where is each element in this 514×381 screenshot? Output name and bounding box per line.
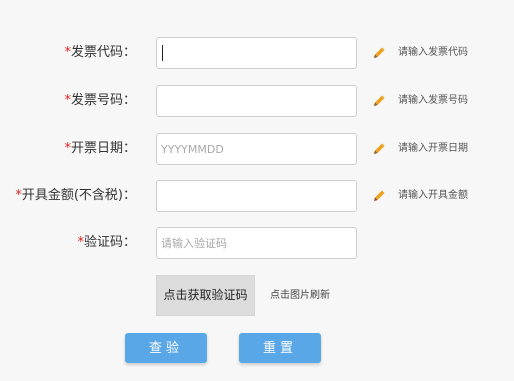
invoice-number-field[interactable] <box>156 85 357 117</box>
captcha-label: *验证码： <box>77 235 136 250</box>
amount-label: *开具金额(不含税)： <box>15 188 136 203</box>
issue-date-row: *开票日期： 请输入开票日期 <box>0 133 514 165</box>
verify-button[interactable]: 查验 <box>125 333 207 363</box>
invoice-code-field[interactable] <box>156 37 357 69</box>
captcha-image[interactable]: 点击获取验证码 <box>156 275 255 316</box>
invoice-number-hint: 请输入发票号码 <box>398 95 468 106</box>
issue-date-label: *开票日期： <box>64 141 136 156</box>
reset-button[interactable]: 重置 <box>239 333 321 363</box>
issue-date-input[interactable] <box>157 134 356 164</box>
amount-hint: 请输入开具金额 <box>398 190 468 201</box>
amount-row: *开具金额(不含税)： 请输入开具金额 <box>0 180 514 212</box>
pencil-icon <box>374 47 385 58</box>
text-caret <box>162 45 163 61</box>
captcha-input[interactable] <box>157 228 356 258</box>
invoice-code-hint: 请输入发票代码 <box>398 47 468 58</box>
invoice-number-row: *发票号码： 请输入发票号码 <box>0 85 514 117</box>
invoice-code-input[interactable] <box>157 38 356 68</box>
invoice-code-label: *发票代码： <box>64 45 136 60</box>
issue-date-hint: 请输入开票日期 <box>398 143 468 154</box>
amount-field[interactable] <box>156 180 357 212</box>
invoice-number-label: *发票号码： <box>64 93 136 108</box>
amount-input[interactable] <box>157 181 356 211</box>
captcha-row: *验证码： <box>0 227 514 259</box>
pencil-icon <box>374 190 385 201</box>
pencil-icon <box>374 95 385 106</box>
pencil-icon <box>374 143 385 154</box>
captcha-field[interactable] <box>156 227 357 259</box>
invoice-code-row: *发票代码： 请输入发票代码 <box>0 37 514 69</box>
invoice-number-input[interactable] <box>157 86 356 116</box>
issue-date-field[interactable] <box>156 133 357 165</box>
refresh-captcha-link[interactable]: 点击图片刷新 <box>270 286 330 301</box>
